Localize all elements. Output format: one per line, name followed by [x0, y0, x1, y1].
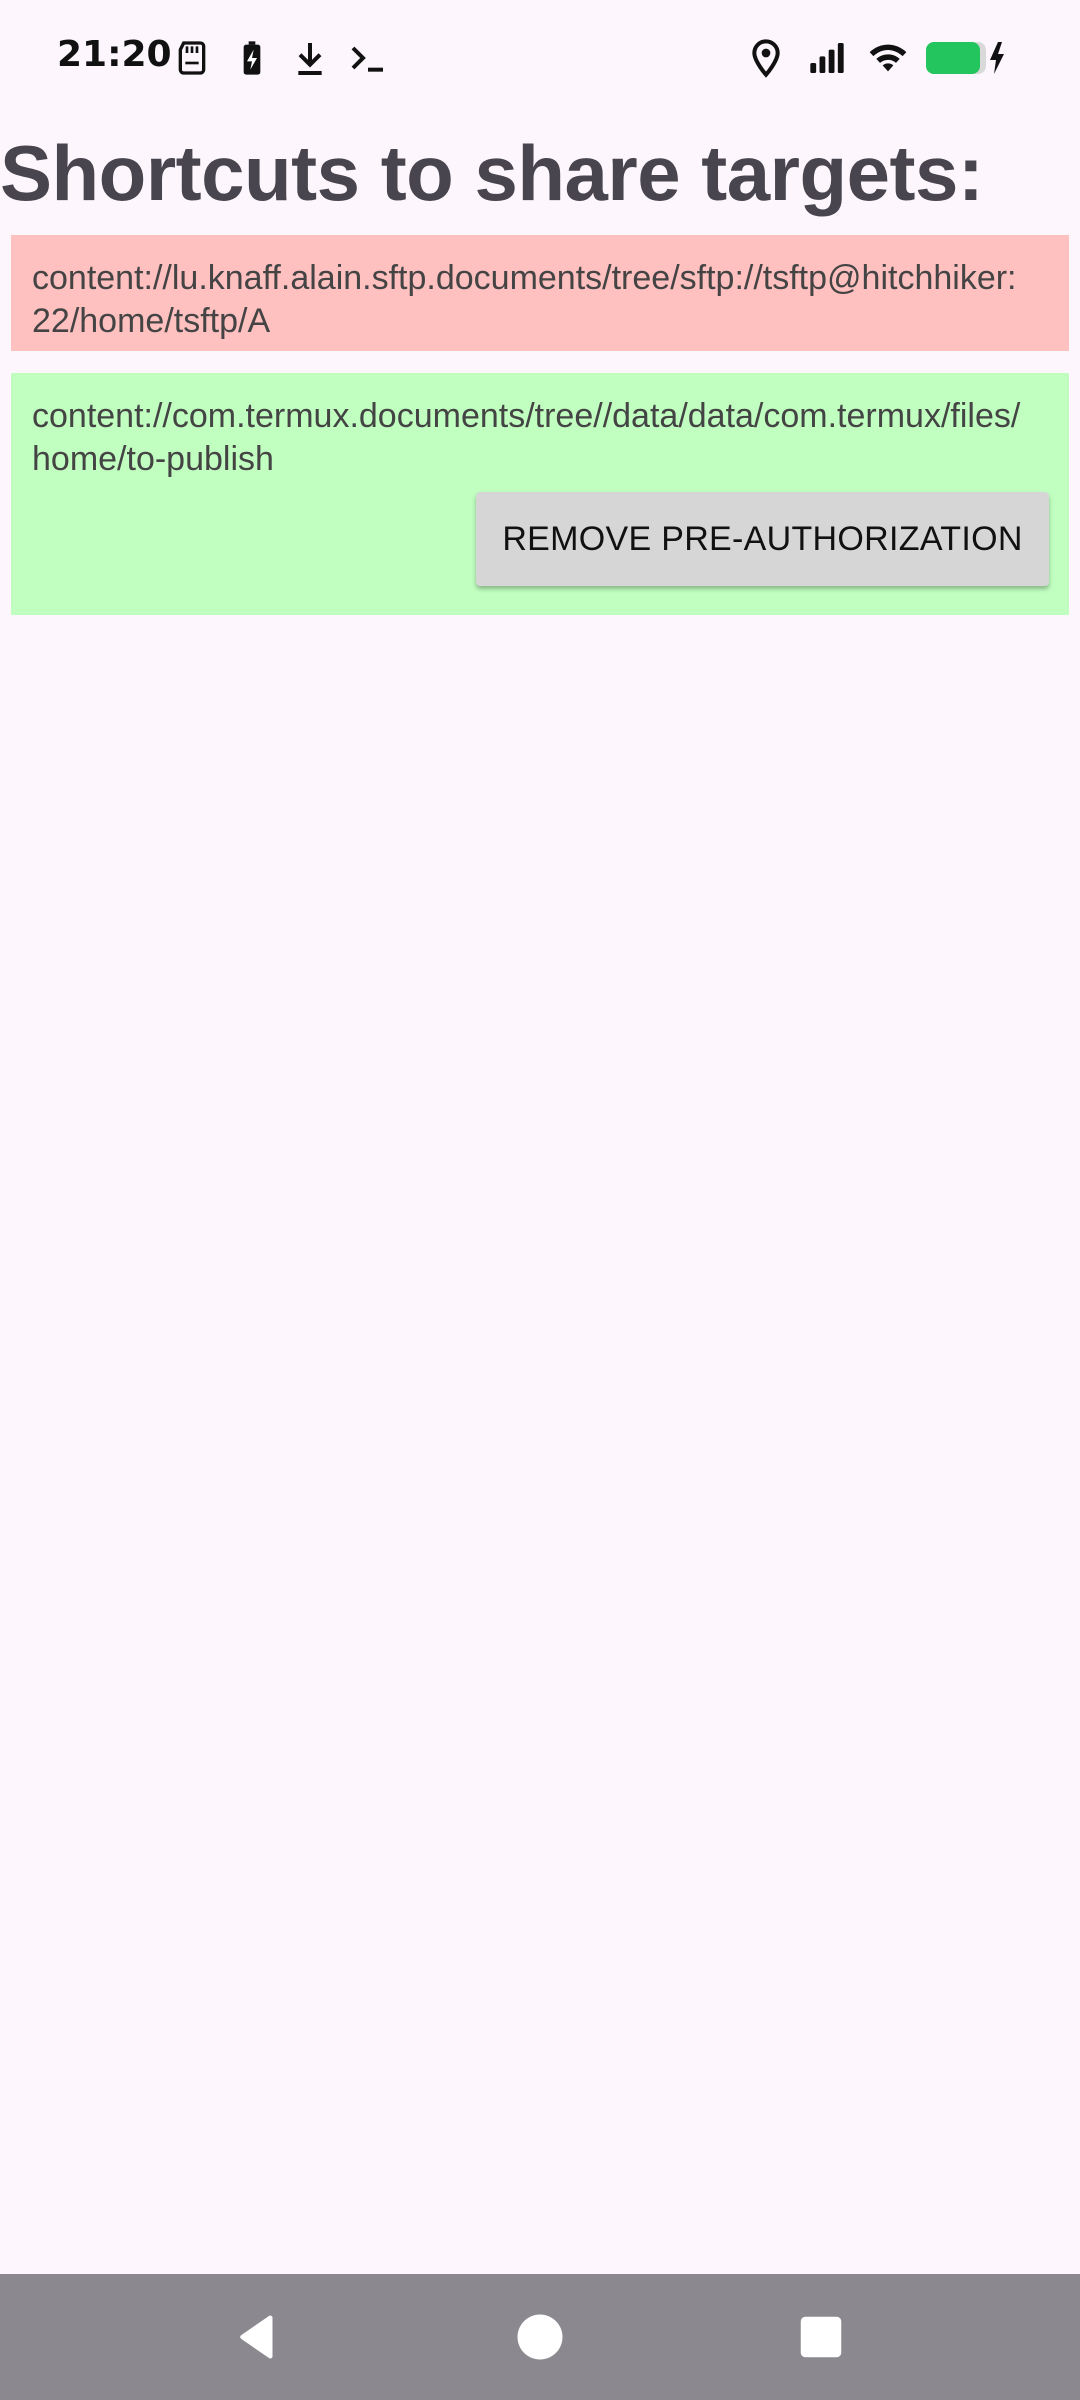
home-icon[interactable]: [513, 2310, 567, 2364]
sd-card-icon: [172, 38, 212, 78]
share-target-card[interactable]: content://lu.knaff.alain.sftp.documents/…: [11, 235, 1069, 351]
download-icon: [290, 38, 330, 78]
page-title: Shortcuts to share targets:: [0, 129, 984, 217]
signal-icon: [804, 38, 850, 78]
status-time: 21:20: [57, 34, 172, 75]
status-bar: 21:20: [0, 0, 1080, 118]
share-target-card[interactable]: content://com.termux.documents/tree//dat…: [11, 373, 1069, 615]
terminal-icon: [348, 38, 388, 78]
location-icon: [746, 38, 786, 78]
battery-saver-icon: [232, 38, 272, 78]
remove-pre-authorization-button[interactable]: REMOVE PRE-AUTHORIZATION: [476, 492, 1049, 586]
battery-charging-icon: [924, 38, 1008, 78]
navigation-bar: [0, 2274, 1080, 2400]
share-target-uri: content://com.termux.documents/tree//dat…: [32, 397, 1021, 478]
recents-icon[interactable]: [794, 2310, 848, 2364]
share-target-uri: content://lu.knaff.alain.sftp.documents/…: [32, 259, 1017, 340]
wifi-icon: [864, 38, 912, 78]
back-icon[interactable]: [232, 2310, 286, 2364]
